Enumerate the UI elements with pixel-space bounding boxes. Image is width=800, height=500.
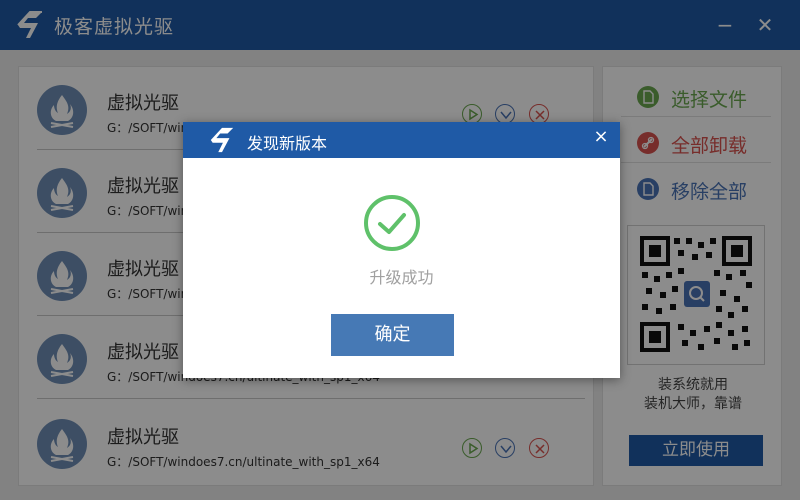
success-check-icon bbox=[364, 195, 420, 251]
confirm-button[interactable]: 确定 bbox=[331, 314, 454, 356]
dialog-header: 发现新版本 × bbox=[183, 122, 620, 158]
app-logo-icon bbox=[210, 127, 234, 153]
dialog-title: 发现新版本 bbox=[247, 134, 328, 153]
dialog-message: 升级成功 bbox=[369, 268, 434, 287]
dialog-close-button[interactable]: × bbox=[591, 126, 611, 148]
update-dialog: 发现新版本 × 升级成功 确定 bbox=[183, 122, 620, 378]
